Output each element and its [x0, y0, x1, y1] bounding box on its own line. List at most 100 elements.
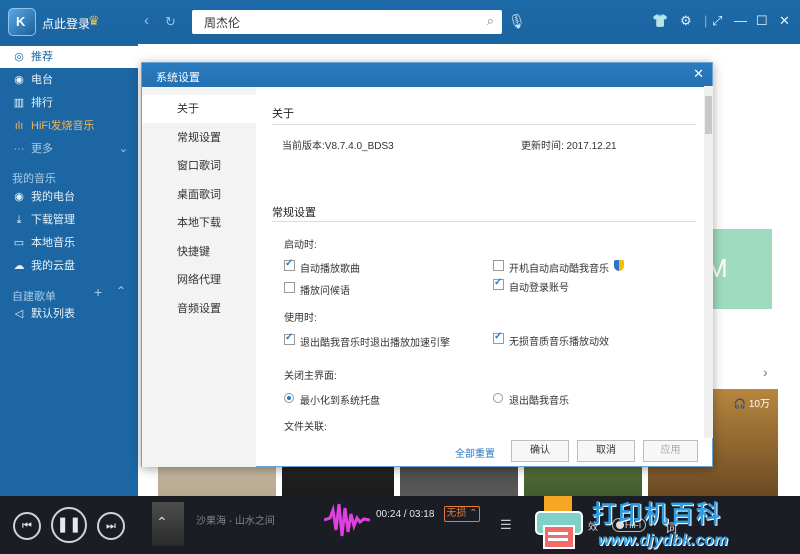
expand-up-icon: ⌃: [156, 514, 168, 530]
gear-icon[interactable]: ⚙: [680, 13, 692, 29]
search-icon[interactable]: ⌕: [487, 13, 494, 29]
startup-label: 启动时:: [284, 240, 317, 251]
playlist-icon[interactable]: ☰: [500, 517, 512, 533]
sidebar-item-cloud[interactable]: ☁ 我的云盘: [0, 255, 138, 277]
next-button[interactable]: ⏭: [97, 512, 125, 540]
waveform-visualizer: [324, 503, 370, 537]
radio-icon: ◉: [14, 191, 24, 203]
back-icon[interactable]: ‹: [144, 12, 149, 29]
sidebar-item-chart[interactable]: ▥ 排行: [0, 92, 138, 114]
autologin-checkbox[interactable]: [493, 277, 504, 290]
skin-icon[interactable]: 👕: [652, 13, 668, 29]
settings-dialog: 系统设置 ✕ 关于 常规设置 窗口歌词 桌面歌词 本地下载 快捷键 网络代理 音…: [141, 62, 713, 467]
previous-button[interactable]: ⏮: [13, 512, 41, 540]
chevron-right-icon[interactable]: ›: [763, 364, 768, 380]
minimize-tray-radio[interactable]: [284, 393, 294, 403]
sidebar-item-more[interactable]: ··· 更多 ⌄: [0, 138, 138, 160]
update-time-text: 更新时间: 2017.12.21: [521, 141, 617, 152]
divider: |: [704, 13, 708, 28]
version-text: 当前版本:V8.7.4.0_BDS3: [282, 141, 394, 152]
tab-about[interactable]: 关于: [142, 95, 256, 123]
search-input[interactable]: [192, 10, 462, 34]
autoplay-label[interactable]: 自动播放歌曲: [300, 260, 360, 275]
mini-mode-icon[interactable]: ⤢: [712, 13, 722, 29]
sidebar-item-hifi[interactable]: ılı HiFi发烧音乐: [0, 115, 138, 137]
add-playlist-icon[interactable]: +: [94, 284, 102, 300]
sidebar-item-recommend[interactable]: ◎ 推荐: [0, 46, 144, 68]
exit-accel-checkbox[interactable]: [284, 332, 295, 345]
close-icon[interactable]: ✕: [779, 13, 790, 29]
more-icon: ···: [13, 143, 25, 155]
chart-icon: ▥: [13, 97, 25, 109]
exit-accel-label[interactable]: 退出酷我音乐时退出播放加速引擎: [300, 334, 450, 349]
kuwo-logo: K: [8, 8, 36, 36]
minimize-icon[interactable]: —: [734, 13, 747, 28]
playback-time: 00:24 / 03:18: [376, 509, 435, 520]
tab-proxy[interactable]: 网络代理: [142, 266, 256, 294]
exit-app-label[interactable]: 退出酷我音乐: [509, 392, 569, 407]
settings-nav: 关于 常规设置 窗口歌词 桌面歌词 本地下载 快捷键 网络代理 音频设置: [142, 87, 256, 467]
section-about-title: 关于: [272, 108, 294, 120]
divider: [272, 124, 696, 125]
tab-audio[interactable]: 音频设置: [142, 295, 256, 323]
search-box: ⌕: [192, 10, 502, 34]
watermark-title: 打印机百科: [592, 501, 722, 528]
dialog-scrollbar[interactable]: [704, 86, 713, 438]
pause-button[interactable]: ❚❚: [51, 507, 87, 543]
greeting-checkbox[interactable]: [284, 282, 295, 293]
minimize-tray-label[interactable]: 最小化到系统托盘: [300, 392, 380, 407]
using-label: 使用时:: [284, 313, 317, 324]
song-title[interactable]: 沙果海 - 山水之间: [196, 512, 275, 527]
settings-body: 关于 当前版本:V8.7.4.0_BDS3 更新时间: 2017.12.21 常…: [256, 87, 712, 467]
tab-window-lyrics[interactable]: 窗口歌词: [142, 152, 256, 180]
scrollbar-thumb[interactable]: [705, 96, 712, 134]
quality-selector[interactable]: 无损 ⌃: [444, 506, 480, 522]
close-icon[interactable]: ✕: [693, 66, 704, 82]
tab-desktop-lyrics[interactable]: 桌面歌词: [142, 181, 256, 209]
speaker-icon: ◁: [14, 308, 24, 320]
hifi-icon: ılı: [14, 120, 24, 132]
monitor-icon: ▭: [13, 237, 25, 249]
album-cover[interactable]: ⌃: [152, 502, 184, 546]
sidebar-item-local-music[interactable]: ▭ 本地音乐: [0, 232, 138, 254]
autostart-checkbox[interactable]: [493, 260, 504, 271]
cancel-button[interactable]: 取消: [577, 440, 635, 462]
lossless-fx-label[interactable]: 无损音质音乐播放动效: [509, 333, 609, 348]
chevron-down-icon: ⌄: [118, 143, 128, 155]
download-icon: ⤓: [16, 214, 22, 226]
lossless-fx-checkbox[interactable]: [493, 331, 504, 344]
apply-button: 应用: [643, 440, 698, 462]
dialog-title-bar[interactable]: 系统设置 ✕: [142, 63, 712, 87]
watermark-url: www.djydbk.com: [598, 532, 729, 549]
section-general-title: 常规设置: [272, 207, 316, 219]
reset-all-link[interactable]: 全部重置: [455, 445, 495, 460]
chevron-up-icon[interactable]: ⌃: [116, 284, 126, 298]
maximize-icon[interactable]: ☐: [756, 13, 768, 29]
sidebar-item-radio[interactable]: ◉ 电台: [0, 69, 138, 91]
cloud-icon: ☁: [13, 260, 25, 272]
greeting-label[interactable]: 播放问候语: [300, 282, 350, 297]
autologin-label[interactable]: 自动登录账号: [509, 279, 569, 294]
uac-shield-icon: [614, 260, 624, 271]
exit-app-radio[interactable]: [493, 393, 503, 403]
microphone-icon[interactable]: 🎙: [508, 13, 526, 30]
dialog-title: 系统设置: [156, 72, 200, 84]
tab-general[interactable]: 常规设置: [142, 124, 256, 152]
tab-local-download[interactable]: 本地下载: [142, 209, 256, 237]
playlist-section-title: 自建歌单: [12, 291, 56, 303]
radio-icon: ◉: [14, 74, 24, 86]
autostart-label[interactable]: 开机自动启动酷我音乐: [509, 260, 609, 275]
sidebar: ◎ 推荐 ◉ 电台 ▥ 排行 ılı HiFi发烧音乐 ··· 更多 ⌄ 我的音…: [0, 44, 144, 496]
confirm-button[interactable]: 确认: [511, 440, 569, 462]
login-link[interactable]: 点此登录: [42, 15, 90, 32]
autoplay-checkbox[interactable]: [284, 258, 295, 271]
sidebar-item-downloads[interactable]: ⤓ 下载管理: [0, 209, 138, 231]
sidebar-item-default-list[interactable]: ◁ 默认列表: [0, 303, 138, 325]
close-main-label: 关闭主界面:: [284, 371, 337, 382]
tab-shortcuts[interactable]: 快捷键: [142, 238, 256, 266]
vip-crown-icon[interactable]: ♛: [88, 13, 102, 28]
play-count-badge: 🎧 10万: [733, 399, 770, 410]
sidebar-item-my-radio[interactable]: ◉ 我的电台: [0, 186, 138, 208]
file-assoc-label: 文件关联:: [284, 422, 327, 433]
refresh-icon[interactable]: ↻: [165, 14, 176, 30]
